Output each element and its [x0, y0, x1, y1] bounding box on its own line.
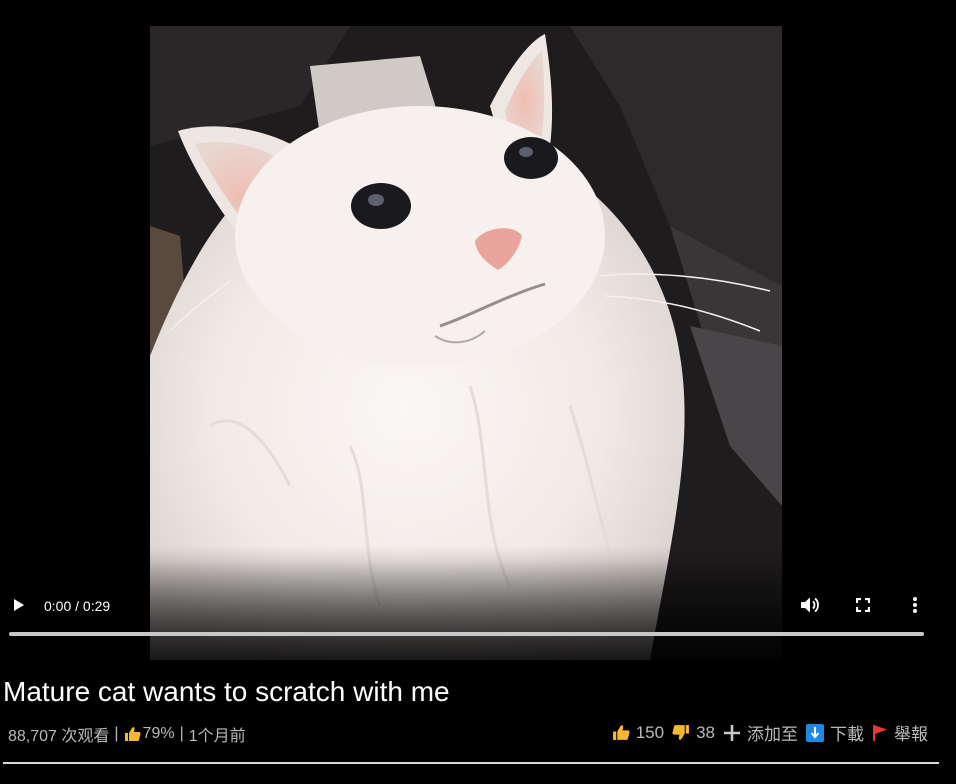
thumbs-up-icon [124, 726, 141, 742]
player-controls: 0:00 / 0:29 [0, 590, 932, 624]
video-player[interactable]: 0:00 / 0:29 [0, 0, 932, 660]
video-actions: 150 38 添加至 下載 舉報 [612, 720, 928, 745]
upload-age: 1个月前 [188, 728, 246, 745]
report-button[interactable]: 舉報 [872, 720, 928, 745]
like-button[interactable]: 150 [612, 723, 664, 743]
meta-separator: | [179, 725, 184, 742]
video-still-cat [150, 26, 782, 660]
video-title: Mature cat wants to scratch with me [3, 676, 450, 707]
dislike-button[interactable]: 38 [672, 723, 715, 743]
more-options-button[interactable] [902, 590, 928, 624]
more-vertical-icon [913, 596, 917, 618]
fullscreen-button[interactable] [850, 590, 876, 624]
divider [3, 762, 939, 764]
plus-icon [723, 724, 741, 742]
volume-button[interactable] [797, 590, 823, 624]
download-button[interactable]: 下載 [806, 720, 864, 745]
thumbs-up-icon [612, 724, 630, 741]
flag-icon [872, 724, 888, 742]
video-meta: 88,707 次观看 | 79% | 1个月前 [8, 722, 246, 746]
play-button[interactable] [6, 590, 32, 624]
add-to-label: 添加至 [747, 725, 798, 744]
like-count: 150 [635, 722, 665, 742]
rating-percent: 79% [142, 725, 175, 742]
fullscreen-icon [855, 597, 871, 617]
volume-icon [800, 596, 820, 619]
download-icon [806, 723, 824, 742]
page: 0:00 / 0:29 Mature cat wants to scratch … [0, 0, 956, 784]
download-label: 下載 [830, 725, 864, 744]
video-frame[interactable] [150, 26, 782, 660]
add-to-button[interactable]: 添加至 [723, 720, 798, 745]
play-icon [13, 598, 25, 617]
meta-separator: | [114, 725, 119, 742]
dislike-count: 38 [696, 722, 715, 742]
time-display: 0:00 / 0:29 [44, 598, 111, 614]
report-label: 舉報 [894, 725, 928, 744]
seek-bar[interactable] [9, 632, 924, 636]
thumbs-down-icon [672, 724, 690, 741]
view-count: 88,707 次观看 [8, 728, 110, 745]
